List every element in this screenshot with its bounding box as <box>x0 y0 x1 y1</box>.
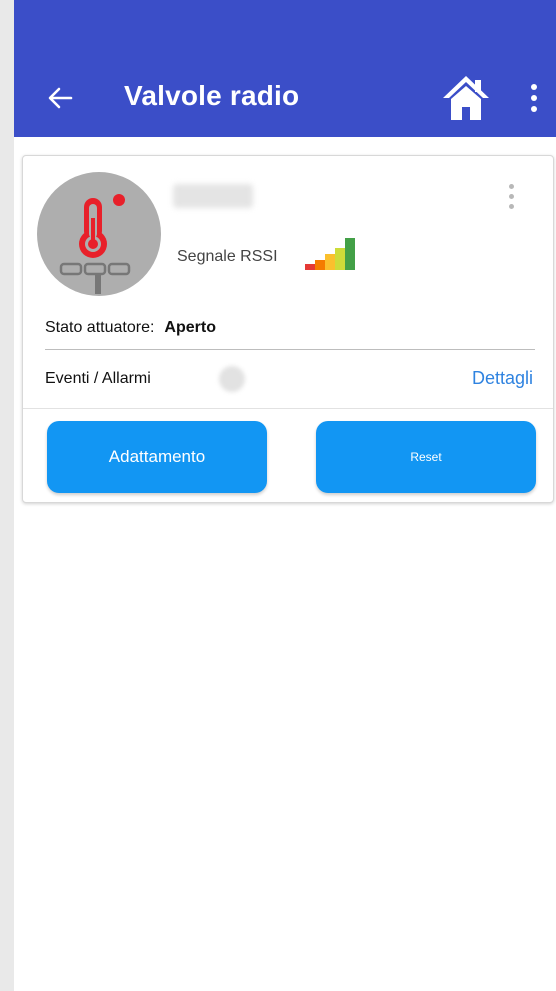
status-bar <box>14 0 556 60</box>
more-vertical-icon <box>531 84 537 90</box>
page-title: Valvole radio <box>124 80 300 111</box>
valve-card: Segnale RSSI Stato attuatore: Aperto Even… <box>22 155 554 503</box>
device-name <box>173 184 253 208</box>
more-vertical-icon <box>508 183 514 189</box>
device-avatar <box>37 172 161 296</box>
home-icon <box>443 76 489 120</box>
details-link[interactable]: Dettagli <box>472 368 533 389</box>
divider <box>45 349 535 350</box>
actuator-state-value: Aperto <box>164 319 216 336</box>
overflow-menu-button[interactable] <box>522 76 546 120</box>
rssi-label: Segnale RSSI <box>177 248 278 265</box>
adaptation-button[interactable]: Adattamento <box>47 421 267 493</box>
back-button[interactable] <box>42 78 78 118</box>
reset-button[interactable]: Reset <box>316 421 536 493</box>
home-button[interactable] <box>439 72 493 124</box>
signal-strength-icon <box>305 238 355 270</box>
thermostat-valve-icon <box>59 194 131 294</box>
app-bar: Valvole radio <box>14 60 556 137</box>
card-menu-button[interactable] <box>501 178 521 214</box>
events-label: Eventi / Allarmi <box>45 370 151 387</box>
actuator-state-label: Stato attuatore: <box>45 319 155 336</box>
alarm-status-icon <box>219 366 245 392</box>
arrow-left-icon <box>48 87 73 109</box>
card-separator <box>23 408 553 409</box>
phone-screen: Valvole radio Segnale RSSI Stato attuato… <box>14 0 556 991</box>
actuator-state-row: Stato attuatore: Aperto <box>45 319 216 337</box>
